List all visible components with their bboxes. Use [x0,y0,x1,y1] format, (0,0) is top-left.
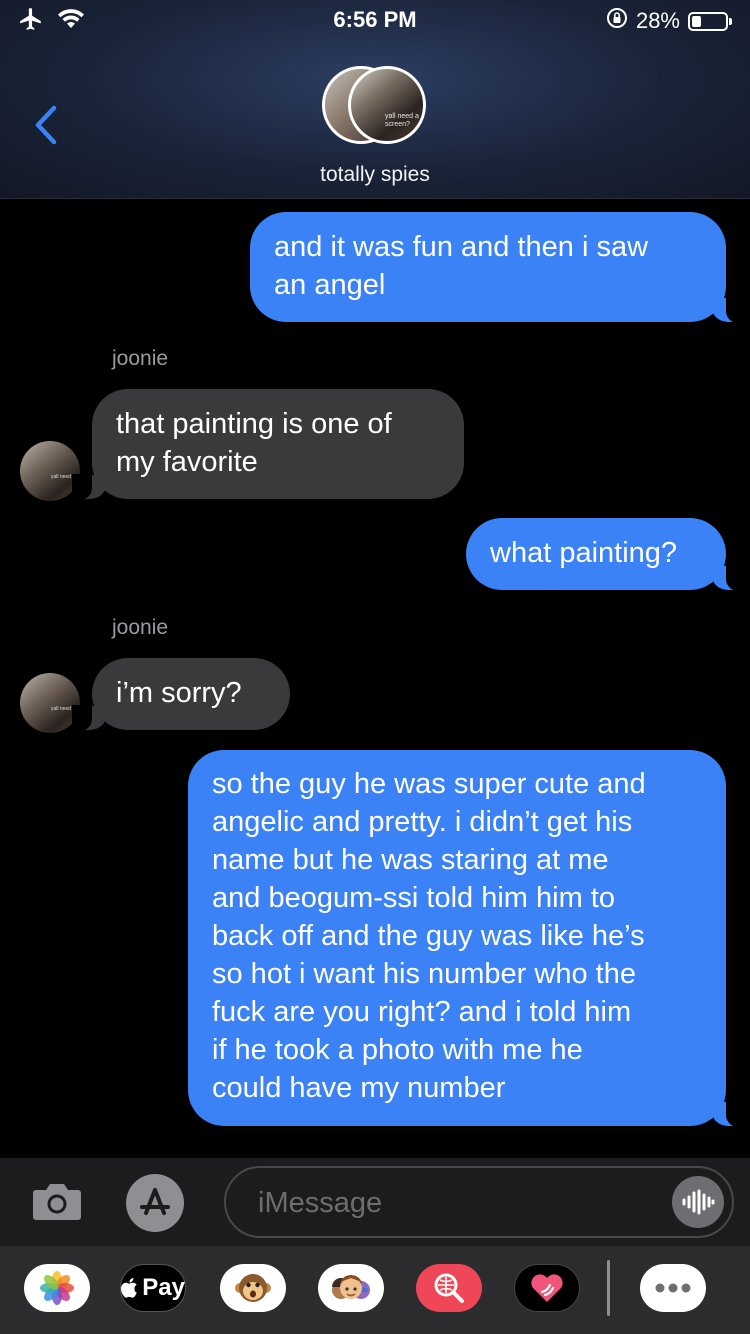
message-line: that painting is one of [116,408,392,440]
sender-avatar[interactable]: yall need a [20,441,80,501]
avatar-caption: yall need a screen? [385,113,419,129]
sender-name: joonie [112,616,169,639]
app-drawer: Pay [0,1246,750,1334]
apple-pay-icon [121,1278,137,1298]
sender-name: joonie [112,347,169,370]
message-field[interactable] [224,1166,734,1238]
message-line: i’m sorry? [116,677,242,709]
drawer-divider [607,1260,610,1316]
digital-touch-icon [531,1274,563,1302]
message-line: and beogum-ssi told him him to [212,882,615,914]
chevron-left-icon [35,105,57,145]
memoji-icon [332,1275,370,1299]
digital-touch-app-button[interactable] [514,1264,580,1312]
animoji-app-button[interactable] [220,1264,286,1312]
message-line: fuck are you right? and i told him [212,996,632,1028]
app-store-button[interactable] [126,1174,184,1232]
outgoing-message[interactable]: so the guy he was super cute and angelic… [188,750,746,1127]
message-line: so hot i want his number who the [212,958,636,990]
group-name[interactable]: totally spies [0,163,750,187]
message-input[interactable] [256,1182,660,1224]
camera-button[interactable] [32,1178,82,1227]
group-avatar[interactable]: yall need a screen? [322,64,430,150]
compose-bar [0,1158,750,1246]
apple-pay-button[interactable]: Pay [120,1264,186,1312]
incoming-message[interactable]: i’m sorry? [72,658,290,731]
waveform-icon [682,1189,715,1215]
app-store-icon [140,1188,170,1215]
message-line: my favorite [116,446,258,478]
message-line: name but he was staring at me [212,844,609,876]
battery-percent: 28% [635,8,680,33]
image-search-app-button[interactable] [416,1264,482,1312]
apple-pay-label: Pay [142,1274,185,1301]
outgoing-message[interactable]: what painting? [466,518,746,591]
memoji-app-button[interactable] [318,1264,384,1312]
message-line: so the guy he was super cute and [212,768,646,800]
status-right: 28% [606,7,732,35]
message-line: back off and the guy was like he’s [212,920,645,952]
message-line: angelic and pretty. i didn’t get his [212,806,633,838]
orientation-lock-icon [606,7,628,35]
more-apps-button[interactable] [640,1264,706,1312]
message-line: what painting? [490,537,678,569]
animoji-icon [235,1274,271,1302]
avatar-caption-line: yall need a [385,113,419,120]
more-icon [655,1283,691,1293]
outgoing-message[interactable]: and it was fun and then i saw an angel [250,212,746,323]
message-line: if he took a photo with me he [212,1034,583,1066]
image-search-icon [434,1273,464,1303]
battery-fill [692,15,701,27]
message-line: could have my number [212,1072,506,1104]
back-button[interactable] [32,104,60,151]
battery-icon [688,11,732,31]
photos-icon [40,1271,74,1305]
status-bar: 6:56 PM 28% [0,0,750,42]
incoming-message[interactable]: that painting is one of my favorite [72,389,464,500]
message-line: and it was fun and then i saw [274,231,649,263]
conversation-header: 6:56 PM 28% yall need a screen? totally … [0,0,750,199]
camera-icon [33,1184,81,1220]
sender-avatar[interactable]: yall need a [20,673,80,733]
message-line: an angel [274,269,386,301]
avatar-caption-line: screen? [385,121,410,128]
photos-app-button[interactable] [24,1264,90,1312]
member-avatar: yall need a screen? [348,66,426,144]
audio-message-button[interactable] [672,1176,724,1228]
